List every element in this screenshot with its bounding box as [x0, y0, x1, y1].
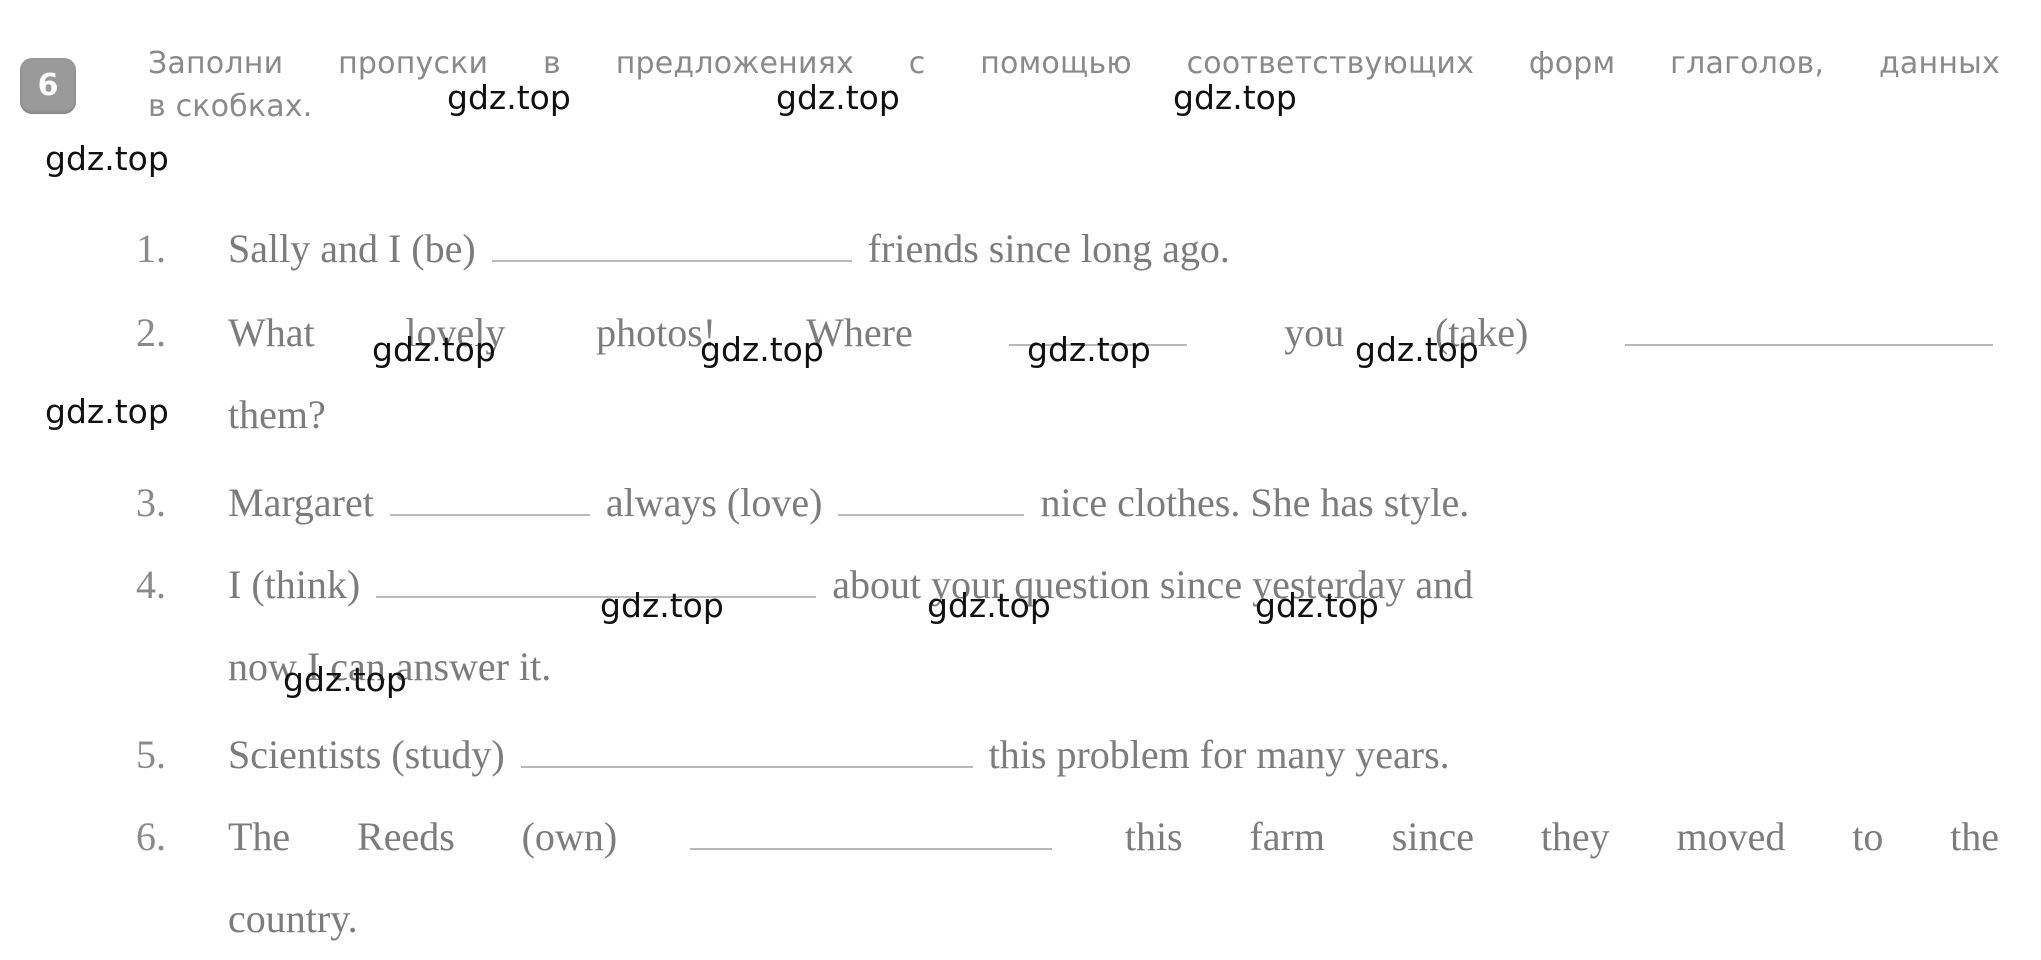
item-3-blank-2[interactable]	[838, 480, 1025, 516]
exercise-instruction: Заполни пропуски в предложениях с помощь…	[148, 42, 2000, 128]
exercise-item-3: 3. Margaret always (love) nice clothes. …	[0, 462, 2041, 544]
item-body-3: Margaret always (love) nice clothes. She…	[228, 462, 1999, 544]
item-2-blank-1[interactable]	[1009, 310, 1188, 346]
item-1-text-after-blank: friends since long ago.	[867, 226, 1230, 271]
item-3-text-middle: always (love)	[605, 480, 823, 525]
item-number-4: 4.	[136, 562, 166, 607]
item-number-3: 3.	[136, 480, 166, 525]
item-6-text-after-blank: this farm since they moved to the	[1124, 814, 2000, 859]
item-1-blank-1[interactable]	[491, 226, 852, 262]
exercise-item-5: 5. Scientists (study) this problem for m…	[0, 714, 2041, 796]
item-2-line-2: them?	[228, 392, 326, 437]
instruction-line-1: Заполни пропуски в предложениях с помощь…	[148, 46, 2000, 81]
item-3-blank-1[interactable]	[389, 480, 590, 516]
exercise-item-list: 1. Sally and I (be) friends since long a…	[0, 208, 2041, 960]
item-6-text-before-blank: The Reeds (own)	[228, 814, 618, 859]
item-number-1: 1.	[136, 226, 166, 271]
item-3-text-before-blank: Margaret	[228, 480, 374, 525]
item-number-6: 6.	[136, 814, 166, 859]
instruction-line-2: в скобках.	[148, 89, 313, 124]
item-6-blank-1[interactable]	[689, 814, 1052, 850]
item-1-text-before-blank: Sally and I (be)	[228, 226, 476, 271]
item-body-5: Scientists (study) this problem for many…	[228, 714, 1999, 796]
item-number-2: 2.	[136, 310, 166, 355]
exercise-number-text: 6	[37, 68, 59, 103]
exercise-item-4: 4. I (think) about your question since y…	[0, 544, 2041, 708]
item-4-text-before-blank: I (think)	[228, 562, 361, 607]
item-4-line-1: I (think) about your question since yest…	[228, 562, 1473, 607]
exercise-item-2: 2. What lovely photos! Where you (take) …	[0, 292, 2041, 456]
item-body-1: Sally and I (be) friends since long ago.	[228, 208, 1999, 290]
item-body-2: What lovely photos! Where you (take) the…	[228, 292, 1999, 456]
item-number-5: 5.	[136, 732, 166, 777]
item-body-4: I (think) about your question since yest…	[228, 544, 1999, 708]
item-2-text-middle: you (take)	[1284, 310, 1529, 355]
exercise-header: 6 Заполни пропуски в предложениях с помо…	[0, 0, 2041, 160]
item-2-text-before-blank: What lovely photos! Where	[228, 310, 913, 355]
item-2-line-1: What lovely photos! Where you (take)	[228, 292, 1999, 374]
exercise-item-1: 1. Sally and I (be) friends since long a…	[0, 208, 2041, 290]
item-4-blank-1[interactable]	[376, 562, 817, 598]
item-5-text-before-blank: Scientists (study)	[228, 732, 505, 777]
item-2-blank-2[interactable]	[1625, 310, 1994, 346]
item-body-6: The Reeds (own) this farm since they mov…	[228, 796, 1999, 960]
item-5-text-after-blank: this problem for many years.	[988, 732, 1450, 777]
item-4-line-2: now I can answer it.	[228, 644, 552, 689]
exercise-item-6: 6. The Reeds (own) this farm since they …	[0, 796, 2041, 960]
exercise-number-badge: 6	[20, 58, 76, 114]
item-4-text-after-blank: about your question since yesterday and	[832, 562, 1474, 607]
item-5-blank-1[interactable]	[520, 732, 973, 768]
item-6-line-1: The Reeds (own) this farm since they mov…	[228, 796, 1999, 878]
item-6-line-2: country.	[228, 896, 358, 941]
item-3-text-after-blank: nice clothes. She has style.	[1040, 480, 1470, 525]
